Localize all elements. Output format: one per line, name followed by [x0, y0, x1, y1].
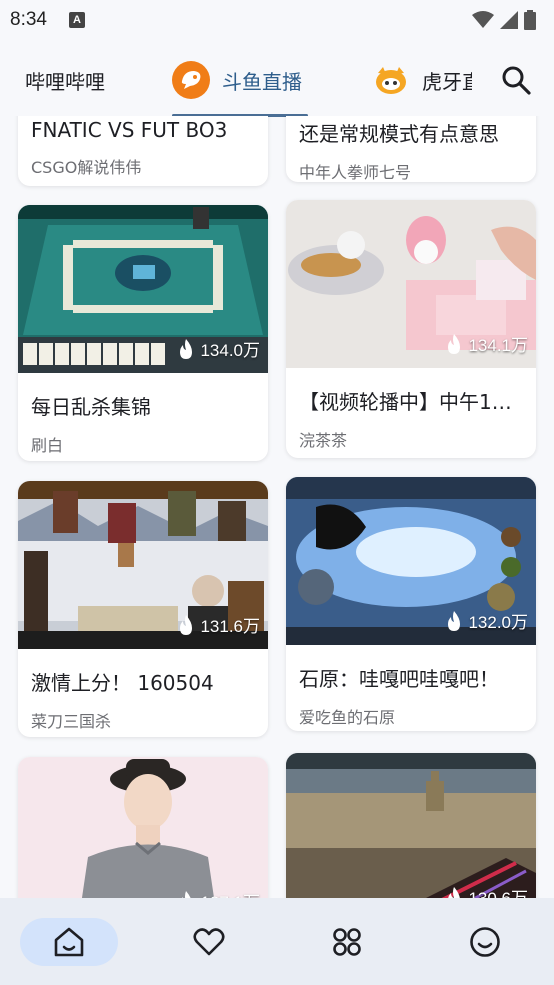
search-icon: [502, 66, 531, 95]
status-icons: [472, 10, 536, 30]
nav-profile-button[interactable]: [436, 918, 534, 966]
view-count-text: 134.0万: [200, 341, 260, 360]
view-count: 130.6万: [446, 884, 528, 898]
stream-thumbnail: 134.1万: [286, 200, 536, 368]
view-count-text: 134.1万: [468, 336, 528, 355]
nav-favorites-button[interactable]: [160, 918, 258, 966]
notification-icon: A: [68, 12, 85, 28]
tab-bilibili-label: 哔哩哔哩: [25, 69, 105, 94]
view-count-text: 127.1万: [200, 888, 260, 898]
flame-icon: [180, 614, 193, 635]
view-count: 131.6万: [178, 612, 260, 637]
streamer-name: 浣茶茶: [299, 431, 348, 450]
portrait-thumbnail-image: [18, 757, 268, 898]
douyu-logo-icon: [172, 61, 210, 99]
heart-icon: [193, 928, 225, 956]
signal-icon: [500, 11, 518, 29]
view-count: 132.0万: [446, 608, 528, 633]
flame-icon: [448, 886, 461, 898]
stream-card[interactable]: 130.6万: [286, 753, 536, 898]
tab-huya[interactable]: 虎牙直播: [372, 44, 472, 116]
apps-icon: [333, 928, 361, 956]
flame-icon: [180, 338, 193, 359]
streamer-name: 刷白: [31, 436, 64, 455]
streamer-name: 中年人拳师七号: [299, 163, 412, 182]
wifi-icon: [472, 11, 494, 28]
view-count: 127.1万: [178, 888, 260, 898]
tab-douyu[interactable]: 斗鱼直播: [172, 44, 302, 116]
huya-logo-icon: [372, 61, 410, 99]
flame-icon: [182, 890, 192, 898]
stream-card[interactable]: 132.0万 石原：哇嘎吧哇嘎吧！ 爱吃鱼的石原: [286, 477, 536, 731]
stream-thumbnail: 130.6万: [286, 753, 536, 898]
view-count-text: 130.6万: [468, 884, 528, 898]
stream-thumbnail: 131.6万: [18, 481, 268, 649]
bottom-navigation: [0, 898, 554, 985]
fps-thumbnail-image: [286, 753, 536, 898]
view-count: 134.0万: [178, 336, 260, 361]
flame-icon: [448, 333, 461, 354]
streamer-name: 爱吃鱼的石原: [299, 708, 396, 727]
stream-card[interactable]: FNATIC VS FUT BO3 CSGO解说伟伟: [18, 116, 268, 186]
stream-thumbnail: 132.0万: [286, 477, 536, 645]
nav-home-button[interactable]: [20, 918, 118, 966]
stream-card[interactable]: 134.0万 每日乱杀集锦 刷白: [18, 205, 268, 461]
status-time: 8:34: [10, 9, 47, 30]
stream-card[interactable]: 131.6万 激情上分！ 160504 菜刀三国杀: [18, 481, 268, 737]
search-button[interactable]: [500, 64, 532, 96]
stream-card[interactable]: 134.1万 【视频轮播中】中午1… 浣茶茶: [286, 200, 536, 458]
stream-title: 激情上分！ 160504: [31, 671, 214, 695]
stream-title: 还是常规模式有点意思: [299, 122, 499, 146]
platform-tab-bar: 哔哩哔哩 斗鱼直播 虎牙直播: [0, 44, 554, 117]
streamer-name: 菜刀三国杀: [31, 712, 112, 731]
nav-apps-button[interactable]: [298, 918, 396, 966]
stream-card[interactable]: 127.1万: [18, 757, 268, 898]
stream-grid: FNATIC VS FUT BO3 CSGO解说伟伟 还是常规模式有点意思 中年…: [0, 116, 554, 898]
notification-letter: A: [73, 14, 81, 26]
status-bar: 8:34 A: [0, 0, 554, 40]
stream-title: 石原：哇嘎吧哇嘎吧！: [299, 667, 499, 691]
stream-title: 每日乱杀集锦: [31, 395, 151, 419]
stream-title: FNATIC VS FUT BO3: [31, 118, 228, 142]
stream-thumbnail: 127.1万: [18, 757, 268, 898]
tab-bilibili[interactable]: 哔哩哔哩: [25, 44, 105, 116]
view-count: 134.1万: [446, 331, 528, 356]
stream-card[interactable]: 还是常规模式有点意思 中年人拳师七号: [286, 116, 536, 182]
stream-thumbnail: 134.0万: [18, 205, 268, 373]
streamer-name: CSGO解说伟伟: [31, 158, 142, 177]
battery-icon: [524, 10, 536, 30]
stream-title: 【视频轮播中】中午1…: [299, 390, 512, 414]
tab-huya-label: 虎牙直播: [422, 69, 472, 94]
view-count-text: 132.0万: [468, 613, 528, 632]
tab-douyu-label: 斗鱼直播: [222, 69, 302, 94]
smiley-icon: [470, 927, 500, 957]
view-count-text: 131.6万: [200, 617, 260, 636]
flame-icon: [448, 610, 461, 631]
home-icon: [54, 927, 84, 957]
